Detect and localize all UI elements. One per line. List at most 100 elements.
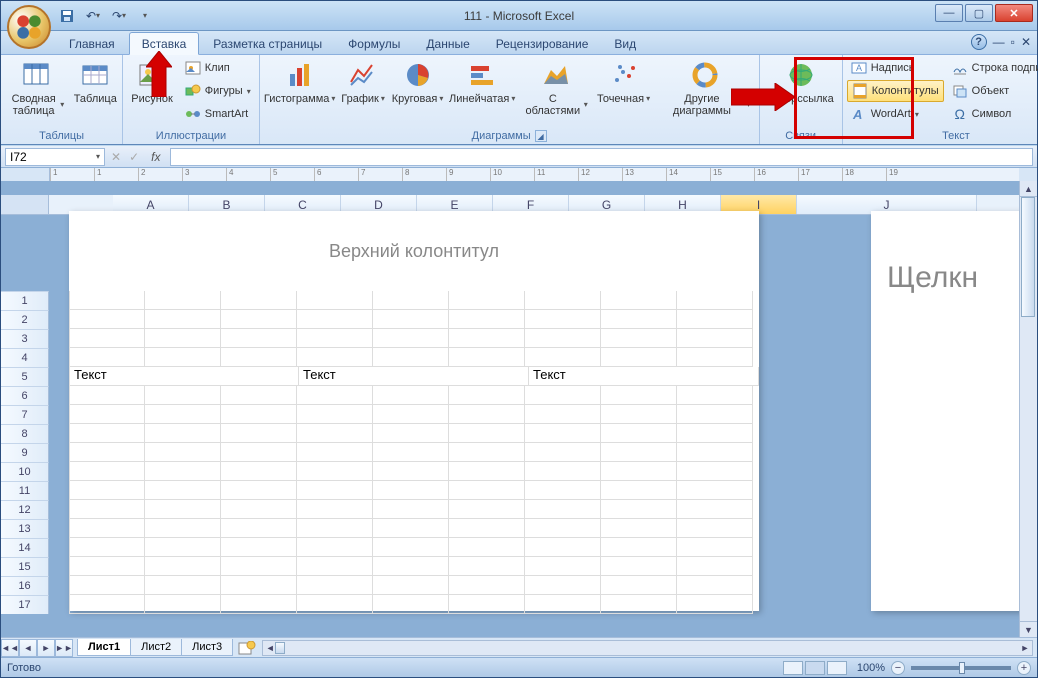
- cell[interactable]: [449, 481, 525, 500]
- cell[interactable]: [373, 310, 449, 329]
- next-page-preview[interactable]: Щелкн: [871, 211, 1031, 611]
- cell[interactable]: [525, 538, 601, 557]
- column-chart-button[interactable]: Гистограмма▾: [264, 57, 336, 107]
- clipart-button[interactable]: Клип: [181, 57, 255, 79]
- row-header[interactable]: 17: [1, 595, 49, 614]
- header-footer-button[interactable]: Колонтитулы: [847, 80, 944, 102]
- redo-icon[interactable]: ↷▾: [109, 6, 129, 26]
- charts-launcher[interactable]: ◢: [535, 130, 547, 142]
- cell[interactable]: [145, 310, 221, 329]
- signature-line-button[interactable]: Строка подписи▾: [948, 57, 1038, 79]
- cell[interactable]: [373, 386, 449, 405]
- cell[interactable]: [221, 576, 297, 595]
- close-doc-icon[interactable]: ✕: [1021, 35, 1031, 49]
- cell[interactable]: [449, 576, 525, 595]
- cell[interactable]: [677, 386, 753, 405]
- object-button[interactable]: Объект: [948, 80, 1038, 102]
- cell[interactable]: [525, 329, 601, 348]
- cell[interactable]: [449, 405, 525, 424]
- wordart-button[interactable]: AWordArt▾: [847, 103, 944, 125]
- name-box[interactable]: I72▾: [5, 148, 105, 166]
- maximize-button[interactable]: ▢: [965, 4, 993, 22]
- cell[interactable]: [449, 329, 525, 348]
- cell[interactable]: [297, 386, 373, 405]
- save-icon[interactable]: [57, 6, 77, 26]
- cell[interactable]: [373, 500, 449, 519]
- cell[interactable]: [145, 348, 221, 367]
- zoom-level[interactable]: 100%: [857, 662, 885, 674]
- cell[interactable]: [525, 310, 601, 329]
- cell[interactable]: [145, 519, 221, 538]
- row-header[interactable]: 12: [1, 500, 49, 519]
- zoom-out-button[interactable]: −: [891, 661, 905, 675]
- row-header[interactable]: 8: [1, 424, 49, 443]
- cell[interactable]: [373, 348, 449, 367]
- cell[interactable]: [145, 291, 221, 310]
- cell[interactable]: [221, 500, 297, 519]
- cell[interactable]: [145, 538, 221, 557]
- cell[interactable]: [449, 538, 525, 557]
- last-sheet-button[interactable]: ►►: [55, 639, 73, 657]
- cell[interactable]: [601, 462, 677, 481]
- cell[interactable]: [601, 291, 677, 310]
- cell[interactable]: [145, 481, 221, 500]
- next-sheet-button[interactable]: ►: [37, 639, 55, 657]
- page-break-view-button[interactable]: [827, 661, 847, 675]
- cell[interactable]: [601, 310, 677, 329]
- cell[interactable]: [297, 348, 373, 367]
- sheet-tab[interactable]: Лист1: [77, 639, 131, 656]
- cell[interactable]: [677, 576, 753, 595]
- cell[interactable]: [525, 576, 601, 595]
- cell[interactable]: [449, 386, 525, 405]
- cell[interactable]: [297, 519, 373, 538]
- cell[interactable]: [677, 557, 753, 576]
- cell[interactable]: [221, 481, 297, 500]
- namebox-dropdown-icon[interactable]: ▾: [96, 152, 100, 161]
- tab-review[interactable]: Рецензирование: [484, 33, 601, 54]
- hscroll-thumb[interactable]: [275, 642, 285, 654]
- picture-button[interactable]: Рисунок: [127, 57, 177, 107]
- tab-formulas[interactable]: Формулы: [336, 33, 412, 54]
- cell[interactable]: [297, 405, 373, 424]
- tab-view[interactable]: Вид: [602, 33, 648, 54]
- cell[interactable]: [297, 595, 373, 614]
- cell[interactable]: [221, 538, 297, 557]
- cell[interactable]: [221, 405, 297, 424]
- tab-home[interactable]: Главная: [57, 33, 127, 54]
- cell[interactable]: [525, 595, 601, 614]
- cell[interactable]: [145, 329, 221, 348]
- header-cell[interactable]: Текст: [69, 367, 299, 386]
- zoom-thumb[interactable]: [959, 662, 965, 674]
- formula-input[interactable]: [170, 148, 1033, 166]
- cell[interactable]: [373, 576, 449, 595]
- cell[interactable]: [601, 481, 677, 500]
- cell[interactable]: [69, 538, 145, 557]
- cell[interactable]: [373, 462, 449, 481]
- table-button[interactable]: Таблица: [72, 57, 118, 107]
- cell[interactable]: [145, 557, 221, 576]
- fx-icon[interactable]: fx: [145, 150, 166, 164]
- new-sheet-button[interactable]: [236, 640, 258, 656]
- cell[interactable]: [449, 500, 525, 519]
- pivot-table-button[interactable]: Сводная таблица▾: [5, 57, 68, 119]
- cell[interactable]: [449, 519, 525, 538]
- cell[interactable]: [297, 500, 373, 519]
- row-header[interactable]: 5: [1, 367, 49, 386]
- cell[interactable]: [373, 519, 449, 538]
- cell[interactable]: [601, 405, 677, 424]
- select-all-corner[interactable]: [1, 195, 49, 214]
- cell[interactable]: [677, 291, 753, 310]
- cell[interactable]: [525, 405, 601, 424]
- cell[interactable]: [677, 462, 753, 481]
- header-cell[interactable]: Текст: [299, 367, 529, 386]
- horizontal-scrollbar[interactable]: ◄ ►: [262, 640, 1033, 656]
- cell[interactable]: [525, 291, 601, 310]
- cell[interactable]: [221, 557, 297, 576]
- cell[interactable]: [601, 576, 677, 595]
- area-chart-button[interactable]: С областями▾: [520, 57, 592, 119]
- cell[interactable]: [297, 329, 373, 348]
- cell[interactable]: [677, 424, 753, 443]
- cell[interactable]: [677, 329, 753, 348]
- cell[interactable]: [69, 310, 145, 329]
- zoom-in-button[interactable]: +: [1017, 661, 1031, 675]
